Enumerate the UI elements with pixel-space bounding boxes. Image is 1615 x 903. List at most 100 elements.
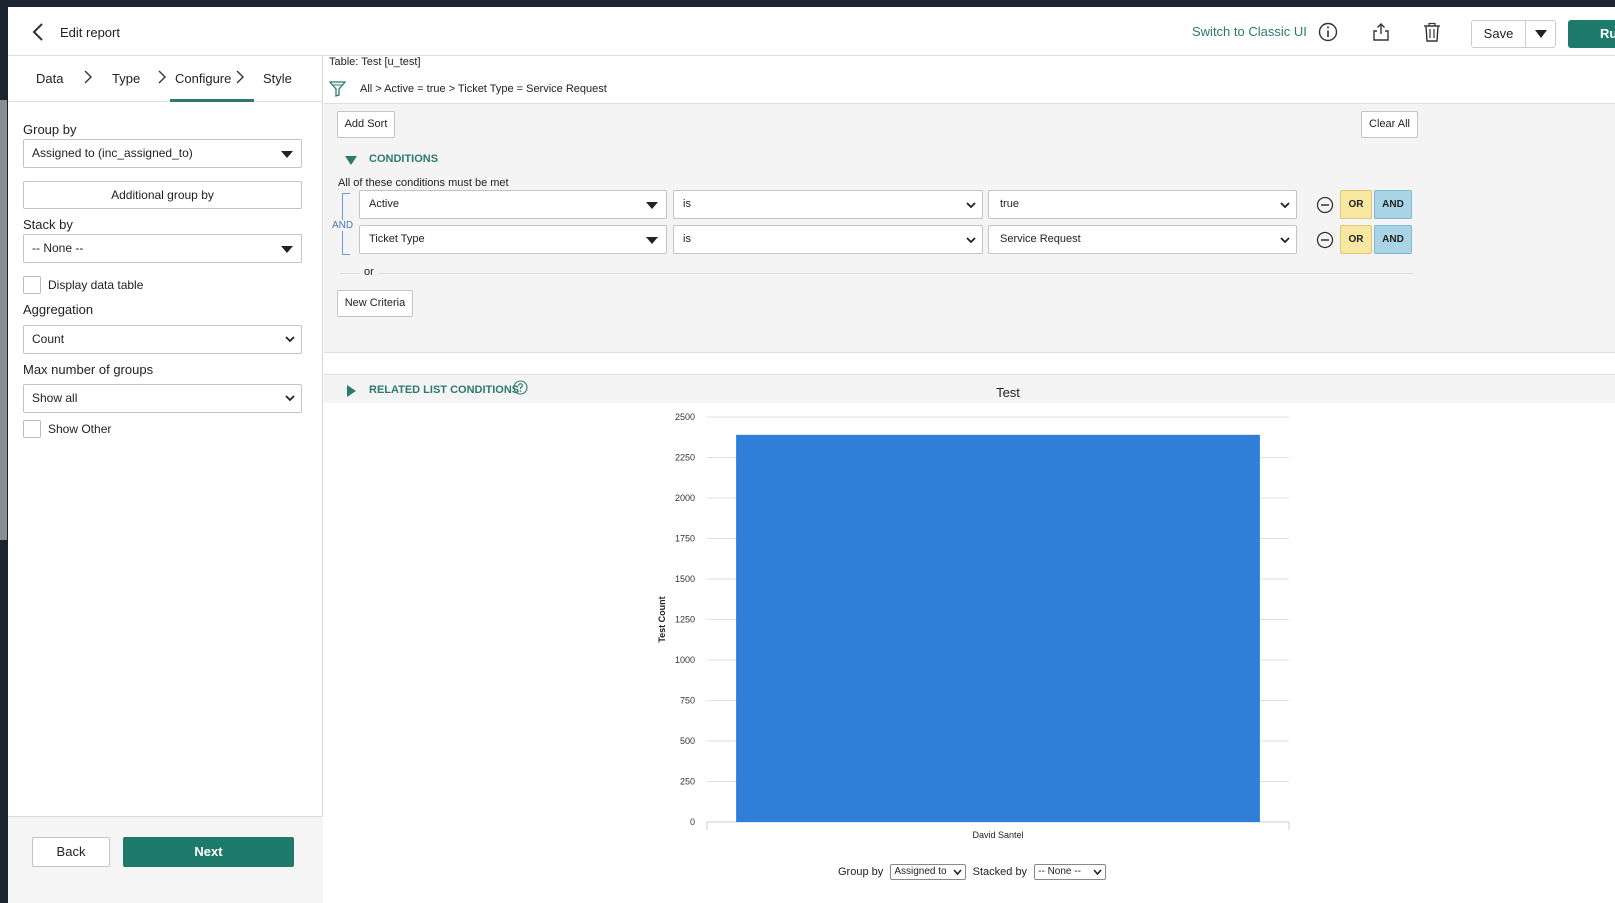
top-header: Edit report Switch to Classic UI Save Ru [8,7,1615,56]
bar[interactable] [736,434,1260,822]
step-type[interactable]: Type [112,71,140,86]
window-edge-scroll [0,100,7,540]
show-other-checkbox[interactable] [23,420,41,438]
group-by-label: Group by [23,122,77,137]
aggregation-select[interactable]: Count [23,325,302,354]
filter-breadcrumb[interactable]: All > Active = true > Ticket Type = Serv… [360,83,607,95]
collapse-triangle-icon[interactable] [345,156,357,165]
table-name: Table: Test [u_test] [329,56,421,68]
back-button[interactable]: Back [32,837,110,867]
caret-down-icon [646,237,658,244]
aggregation-label: Aggregation [23,302,94,317]
add-sort-button[interactable]: Add Sort [337,111,395,138]
condition-operator-value: is [683,198,691,210]
stack-by-label: Stack by [23,217,73,232]
condition-builder: Add Sort Clear All CONDITIONS All of the… [324,103,1615,403]
conditions-header[interactable]: CONDITIONS [369,153,438,165]
chart-group-by-select[interactable]: Assigned to [890,864,966,880]
y-axis-label: Test Count [657,596,667,642]
or-condition-button[interactable]: OR [1340,225,1372,254]
next-button[interactable]: Next [123,837,294,867]
switch-classic-ui-link[interactable]: Switch to Classic UI [1192,24,1307,39]
clear-all-button[interactable]: Clear All [1361,111,1418,138]
y-tick-label: 250 [680,777,695,787]
or-divider [340,273,1414,274]
condition-value-select[interactable]: Service Request [988,225,1297,254]
chevron-down-icon [1093,869,1102,876]
chevron-down-icon [1280,202,1290,209]
display-data-table-label: Display data table [48,278,144,292]
max-groups-value: Show all [32,391,78,405]
share-icon[interactable] [1370,21,1392,43]
group-by-value: Assigned to (inc_assigned_to) [32,146,193,160]
remove-condition-icon[interactable] [1316,231,1334,249]
run-button[interactable]: Ru [1568,20,1615,48]
back-arrow-icon[interactable] [28,21,48,43]
step-configure[interactable]: Configure [175,71,231,86]
caret-down-icon [646,202,658,209]
condition-value: true [1000,198,1019,210]
save-button[interactable]: Save [1471,20,1526,48]
condition-field-value: Ticket Type [369,233,425,245]
chevron-down-icon [285,395,295,402]
max-groups-label: Max number of groups [23,362,154,377]
chevron-down-icon [966,237,976,244]
panel-footer: Back Next [8,816,323,903]
step-data[interactable]: Data [36,71,63,86]
new-criteria-button[interactable]: New Criteria [337,290,413,317]
y-tick-label: 750 [680,696,695,706]
display-data-table-checkbox[interactable] [23,276,41,294]
configure-panel: Data Type Configure Style Group by Assig… [8,56,323,903]
condition-field-select[interactable]: Active [359,190,667,219]
y-tick-label: 0 [690,817,695,827]
chart-stacked-by-select[interactable]: -- None -- [1034,864,1106,880]
condition-field-value: Active [369,198,399,210]
x-tick-label: David Santel [972,830,1023,840]
chart-title: Test [996,385,1020,400]
and-connector-label: AND [332,220,354,231]
report-steps-nav: Data Type Configure Style [8,56,323,102]
condition-operator-select[interactable]: is [673,225,983,254]
active-step-indicator [170,99,254,102]
max-groups-select[interactable]: Show all [23,384,302,413]
condition-value: Service Request [1000,233,1081,245]
condition-field-select[interactable]: Ticket Type [359,225,667,254]
filter-icon[interactable] [329,80,346,98]
step-style[interactable]: Style [263,71,292,86]
and-condition-button[interactable]: AND [1374,190,1412,219]
or-divider-label: or [360,266,378,278]
condition-value-select[interactable]: true [988,190,1297,219]
chart-group-by-value: Assigned to [894,866,947,877]
stack-by-select[interactable]: -- None -- [23,234,302,263]
chevron-right-icon [84,70,92,84]
remove-condition-icon[interactable] [1316,196,1334,214]
trash-icon[interactable] [1421,21,1443,43]
y-tick-label: 2250 [675,453,695,463]
condition-operator-select[interactable]: is [673,190,983,219]
y-tick-label: 1250 [675,615,695,625]
chevron-down-icon [952,869,962,876]
bar-chart: Test 0 250 500 750 1000 1250 1500 1750 2000 2250 25… [657,385,1290,840]
and-condition-button[interactable]: AND [1374,225,1412,254]
aggregation-value: Count [32,332,65,346]
chart-controls: Group by Assigned to Stacked by -- None … [838,864,1110,880]
show-other-label: Show Other [48,422,112,436]
info-icon[interactable] [1317,21,1339,43]
conditions-label: All of these conditions must be met [338,177,509,189]
y-tick-label: 1000 [675,655,695,665]
condition-operator-value: is [683,233,691,245]
chart-group-by-label: Group by [838,865,884,878]
save-options-button[interactable] [1525,20,1556,48]
chevron-down-icon [1280,237,1290,244]
chevron-right-icon [236,70,244,84]
chevron-down-icon [285,336,295,343]
y-tick-label: 2000 [675,493,695,503]
group-by-select[interactable]: Assigned to (inc_assigned_to) [23,139,302,168]
or-condition-button[interactable]: OR [1340,190,1372,219]
stack-by-value: -- None -- [32,241,84,255]
additional-group-by-button[interactable]: Additional group by [23,181,302,209]
y-tick-label: 500 [680,736,695,746]
y-tick-label: 1500 [675,574,695,584]
chart-stacked-by-value: -- None -- [1038,866,1081,877]
page-title: Edit report [60,25,120,40]
